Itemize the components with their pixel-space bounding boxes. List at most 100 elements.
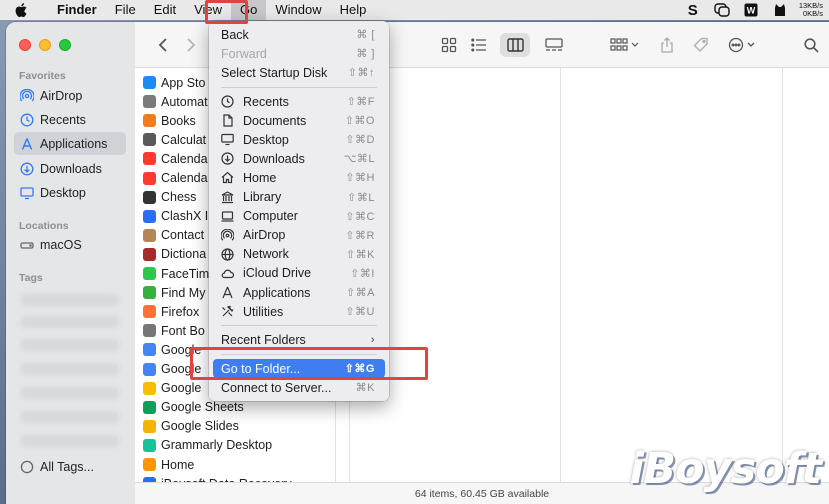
gallery-view-button[interactable] [544, 35, 564, 55]
menu-file[interactable]: File [106, 0, 145, 20]
app-list-item[interactable]: Calenda [143, 169, 208, 188]
sidebar-item-all-tags[interactable]: All Tags... [14, 455, 126, 478]
menu-app-name[interactable]: Finder [48, 0, 106, 20]
icon-view-button[interactable] [439, 35, 459, 55]
search-icon[interactable] [801, 35, 821, 55]
menu-item-documents[interactable]: Documents ⇧⌘O [213, 111, 385, 130]
app-list-item[interactable]: Grammarly Desktop [143, 436, 272, 455]
app-list-item[interactable]: Google Slides [143, 417, 239, 436]
airdrop-icon [20, 88, 34, 103]
apple-logo-icon[interactable] [14, 3, 28, 17]
app-label: ClashX I [161, 209, 209, 224]
go-menu: Back ⌘ [ Forward ⌘ ] Select Startup Disk… [209, 21, 389, 401]
app-list-item[interactable]: Font Bo [143, 321, 205, 340]
app-list-item[interactable]: Chess [143, 188, 196, 207]
app-list-item[interactable]: Google [143, 379, 201, 398]
app-list-item[interactable]: Calculat [143, 130, 206, 149]
menu-item-downloads[interactable]: Downloads ⌥⌘L [213, 149, 385, 168]
desktop-icon [221, 133, 234, 146]
shortcut: ⇧⌘O [344, 115, 375, 128]
app-list-item[interactable]: App Sto [143, 73, 205, 92]
close-button[interactable] [19, 39, 31, 51]
app-list-item[interactable]: FaceTim [143, 264, 209, 283]
column-divider[interactable] [560, 68, 561, 482]
app-list-item[interactable]: Contact [143, 226, 204, 245]
tag-item[interactable] [20, 411, 120, 423]
app-list-item[interactable]: Find My [143, 283, 205, 302]
app-icon [143, 228, 156, 242]
tag-edit-icon[interactable] [691, 35, 711, 55]
menu-item-library[interactable]: Library ⇧⌘L [213, 188, 385, 207]
app-icon [143, 76, 156, 89]
menu-item-network[interactable]: Network ⇧⌘K [213, 245, 385, 264]
tag-item[interactable] [20, 339, 120, 351]
menu-item-label: AirDrop [243, 228, 286, 243]
app-list-item[interactable]: Dictiona [143, 245, 206, 264]
minimize-button[interactable] [39, 39, 51, 51]
applications-icon [20, 137, 34, 151]
app-label: Google Sheets [161, 400, 244, 415]
shortcut: ⌘ [ [356, 29, 375, 41]
more-actions-button[interactable] [727, 35, 757, 55]
sidebar-item-macos[interactable]: macOS [14, 233, 126, 256]
menu-item-connect-to-server[interactable]: Connect to Server... ⌘K [213, 378, 385, 397]
tag-item[interactable] [20, 294, 120, 306]
app-list-item[interactable]: iBoysoft Data Recovery [143, 474, 292, 482]
tag-item[interactable] [20, 316, 120, 328]
tag-item[interactable] [20, 387, 120, 399]
menu-item-recents[interactable]: Recents ⇧⌘F [213, 92, 385, 111]
app-list-item[interactable]: Books [143, 111, 196, 130]
menu-edit[interactable]: Edit [145, 0, 185, 20]
app-list-item[interactable]: Automat [143, 92, 208, 111]
group-button[interactable] [609, 35, 641, 55]
list-view-button[interactable] [469, 35, 489, 55]
column-view-button[interactable] [505, 35, 525, 55]
w-app-icon[interactable]: W [742, 3, 760, 17]
sidebar-item-recents[interactable]: Recents [14, 108, 126, 131]
app-list-item[interactable]: Calenda [143, 149, 208, 168]
sidebar-item-downloads[interactable]: Downloads [14, 157, 126, 180]
app-list-item[interactable]: Home [143, 455, 194, 474]
menu-item-applications[interactable]: Applications ⇧⌘A [213, 283, 385, 302]
chat-icon[interactable] [713, 3, 731, 17]
app-icon [143, 400, 156, 414]
menu-item-home[interactable]: Home ⇧⌘H [213, 168, 385, 187]
app-list-item[interactable]: Firefox [143, 302, 199, 321]
forward-button[interactable] [181, 35, 201, 55]
download-icon [221, 152, 234, 165]
menu-item-icloud-drive[interactable]: iCloud Drive ⇧⌘I [213, 264, 385, 283]
menu-item-airdrop[interactable]: AirDrop ⇧⌘R [213, 226, 385, 245]
menu-item-label: Select Startup Disk [221, 65, 328, 80]
chevron-right-icon: › [370, 333, 375, 346]
share-icon[interactable] [657, 35, 677, 55]
column-divider[interactable] [782, 68, 783, 482]
app-label: Firefox [161, 304, 200, 319]
menu-item-select-startup-disk[interactable]: Select Startup Disk ⇧⌘↑ [213, 63, 385, 82]
shortcut: ⇧⌘U [345, 306, 375, 319]
sidebar-item-applications[interactable]: Applications [14, 132, 126, 155]
cat-icon[interactable] [771, 3, 789, 17]
menu-item-back[interactable]: Back ⌘ [ [213, 25, 385, 44]
shortcut: ⇧⌘C [345, 210, 375, 223]
menu-item-label: Forward [221, 46, 267, 61]
app-list-item[interactable]: ClashX I [143, 207, 208, 226]
applications-icon [221, 286, 234, 299]
back-button[interactable] [153, 35, 173, 55]
menu-window[interactable]: Window [266, 0, 330, 20]
sidebar-item-airdrop[interactable]: AirDrop [14, 84, 126, 107]
menu-item-desktop[interactable]: Desktop ⇧⌘D [213, 130, 385, 149]
zoom-button[interactable] [59, 39, 71, 51]
sidebar-item-desktop[interactable]: Desktop [14, 181, 126, 204]
s-app-icon[interactable]: S [684, 2, 702, 19]
app-icon [143, 362, 156, 376]
menu-item-utilities[interactable]: Utilities ⇧⌘U [213, 302, 385, 321]
sidebar-item-label: AirDrop [40, 88, 83, 103]
menu-item-label: Back [221, 27, 249, 42]
menu-help[interactable]: Help [331, 0, 376, 20]
menu-item-computer[interactable]: Computer ⇧⌘C [213, 207, 385, 226]
app-icon [143, 381, 156, 395]
tag-item[interactable] [20, 435, 120, 447]
tag-item[interactable] [20, 363, 120, 375]
menu-item-forward[interactable]: Forward ⌘ ] [213, 44, 385, 63]
menu-separator [221, 325, 377, 326]
